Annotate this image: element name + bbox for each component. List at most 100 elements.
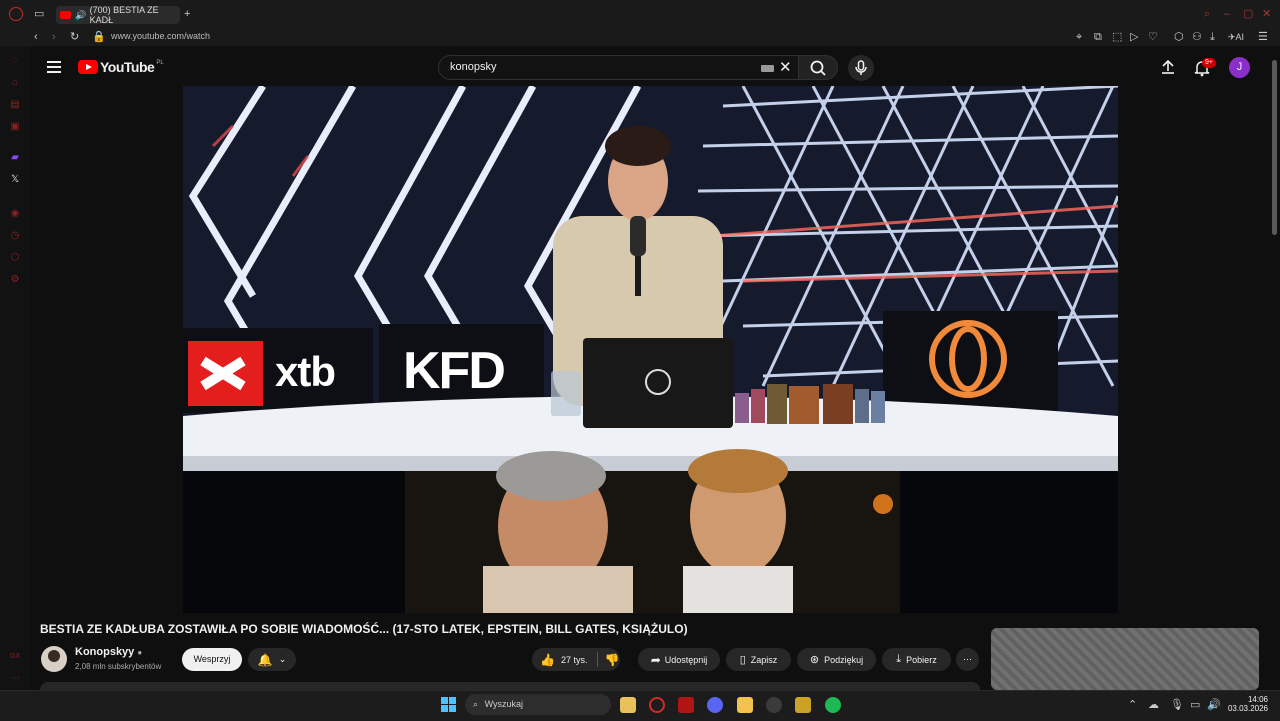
pin-icon[interactable]: ⌖ xyxy=(1076,30,1082,44)
red-app-icon[interactable] xyxy=(678,697,694,713)
like-icon[interactable]: 👍 xyxy=(540,653,555,667)
clock[interactable]: 14:06 03.03.2026 xyxy=(1228,695,1268,713)
browser-sidebar: ◌ ⌂ ▤ ▣ ▰ 𝕏 ◉ ◷ ⬡ ⚙ GX ⋯ xyxy=(0,46,30,690)
address-bar: ‹ › ↻ 🔒 www.youtube.com/watch ⌖ ⧉ ⬚ ▷ ♡ … xyxy=(0,28,1280,46)
forward-icon[interactable]: › xyxy=(52,30,56,44)
player-icon[interactable]: ▷ xyxy=(1130,30,1138,44)
hamburger-menu-icon[interactable] xyxy=(47,61,61,73)
support-button[interactable]: Wesprzyj xyxy=(182,648,242,671)
search-tabs-icon[interactable]: ⌕ xyxy=(1204,7,1210,21)
tray-chevron-up-icon[interactable]: ⌃ xyxy=(1128,698,1137,712)
more-sidebar-icon[interactable]: ⋯ xyxy=(9,673,21,685)
opera-logo-icon[interactable] xyxy=(9,7,23,21)
divider xyxy=(597,652,599,667)
clock-time: 14:06 xyxy=(1247,695,1268,704)
microphone-tray-icon[interactable]: 🎙 xyxy=(1170,698,1184,712)
recommended-video-thumbnail[interactable] xyxy=(991,628,1259,690)
save-button[interactable]: ▯ Zapisz xyxy=(726,648,791,671)
download-button[interactable]: ⤓ Pobierz xyxy=(882,648,951,671)
search-input[interactable]: konopsky ✕ xyxy=(438,55,799,80)
share-button[interactable]: ➦ Udostępnij xyxy=(638,648,720,671)
opera-gx-taskbar-icon[interactable] xyxy=(649,697,665,713)
download-icon[interactable]: ⤓ xyxy=(1210,30,1215,44)
dislike-icon[interactable]: 👎 xyxy=(604,653,619,667)
download-label: Pobierz xyxy=(906,654,937,665)
monitor-icon[interactable]: ▭ xyxy=(1190,698,1200,712)
onedrive-icon[interactable]: ☁ xyxy=(1148,698,1159,712)
new-tab-icon[interactable]: + xyxy=(184,7,190,21)
chevron-down-icon: ⌄ xyxy=(278,654,287,664)
capture-icon[interactable]: ⬚ xyxy=(1112,30,1122,44)
calendar-app-icon[interactable] xyxy=(620,697,636,713)
taskbar-search[interactable]: ⌕ Wyszukaj xyxy=(465,694,611,715)
youtube-logo[interactable]: YouTube PL xyxy=(78,59,164,75)
aria-ai-button[interactable]: ✈AI xyxy=(1228,30,1244,44)
like-count[interactable]: 27 tys. xyxy=(561,655,588,665)
sponsor-xtb-text: xtb xyxy=(275,348,336,395)
search-icon: ⌕ xyxy=(473,699,479,709)
ai-sidebar-icon[interactable]: ◌ xyxy=(9,55,21,67)
more-actions-button[interactable]: ⋯ xyxy=(956,648,979,671)
voice-search-button[interactable] xyxy=(848,55,874,81)
subscription-bell-button[interactable]: 🔔 ⌄ xyxy=(248,648,296,671)
maximize-icon[interactable]: ▢ xyxy=(1243,7,1253,21)
snapshot-icon[interactable]: ⧉ xyxy=(1094,30,1102,44)
video-player[interactable]: xtb KFD xyxy=(183,86,1118,613)
microphone-icon xyxy=(855,60,867,75)
x-twitter-icon[interactable]: 𝕏 xyxy=(9,174,21,186)
menu-icon[interactable]: ☰ xyxy=(1258,30,1268,44)
profile-icon[interactable]: ⚇ xyxy=(1192,30,1202,44)
heart-icon[interactable]: ♡ xyxy=(1148,30,1158,44)
clear-search-icon[interactable]: ✕ xyxy=(779,56,792,79)
youtube-wordmark: YouTube xyxy=(100,59,155,75)
browser-tab-bar: ▭ 🔊 (700) BESTIA ZE KADŁ + ⌕ – ▢ ✕ xyxy=(0,0,1280,28)
thanks-button[interactable]: ⊛ Podziękuj xyxy=(797,648,876,671)
subscriber-count: 2,08 mln subskrybentów xyxy=(75,662,162,671)
channel-name[interactable]: Konopskyy ● xyxy=(75,646,142,658)
player-sidebar-icon[interactable]: ◉ xyxy=(9,208,21,220)
extensions-icon[interactable]: ⬡ xyxy=(1174,30,1184,44)
upload-icon[interactable] xyxy=(1160,59,1176,80)
account-avatar[interactable]: J xyxy=(1229,57,1250,78)
close-window-icon[interactable]: ✕ xyxy=(1262,7,1271,21)
like-dislike-group: 👍 27 tys. 👎 xyxy=(532,648,620,671)
back-icon[interactable]: ‹ xyxy=(34,30,38,44)
app-icon[interactable] xyxy=(795,697,811,713)
taskbar xyxy=(0,690,1280,721)
search-button[interactable] xyxy=(798,55,838,80)
browser-tab[interactable]: 🔊 (700) BESTIA ZE KADŁ xyxy=(56,5,180,25)
extensions-sidebar-icon[interactable]: ⬡ xyxy=(9,252,21,264)
url-text[interactable]: www.youtube.com/watch xyxy=(111,31,210,41)
tab-title: (700) BESTIA ZE KADŁ xyxy=(89,5,159,25)
audio-icon[interactable]: 🔊 xyxy=(75,10,86,21)
history-icon[interactable]: ◷ xyxy=(9,230,21,242)
keyboard-icon[interactable] xyxy=(761,65,774,72)
discord-icon[interactable] xyxy=(707,697,723,713)
youtube-play-icon xyxy=(78,60,98,74)
more-icon: ⋯ xyxy=(963,654,972,664)
twitch-icon[interactable]: ▰ xyxy=(9,152,21,164)
video-title: BESTIA ZE KADŁUBA ZOSTAWIŁA PO SOBIE WIA… xyxy=(40,622,688,636)
volume-icon[interactable]: 🔊 xyxy=(1207,698,1221,712)
shopping-icon[interactable]: ⌂ xyxy=(9,77,21,89)
thanks-icon: ⊛ xyxy=(809,654,820,666)
file-explorer-icon[interactable] xyxy=(737,697,753,713)
windows-start-icon[interactable] xyxy=(441,697,456,712)
tab-overview-icon[interactable]: ▭ xyxy=(34,7,44,21)
channel-name-text: Konopskyy xyxy=(75,646,135,658)
bookmark-icon: ▯ xyxy=(739,654,746,666)
settings-icon[interactable]: ⚙ xyxy=(9,274,21,286)
gx-icon[interactable]: GX xyxy=(9,651,21,663)
download-icon: ⤓ xyxy=(896,653,902,665)
minimize-icon[interactable]: – xyxy=(1224,7,1230,21)
messenger-icon[interactable]: ▤ xyxy=(9,99,21,111)
spotify-icon[interactable] xyxy=(825,697,841,713)
page-scrollbar[interactable] xyxy=(1272,60,1277,235)
description-box[interactable] xyxy=(40,682,980,690)
whatsapp-icon[interactable]: ▣ xyxy=(9,121,21,133)
verified-icon: ● xyxy=(137,648,143,657)
channel-avatar[interactable] xyxy=(41,646,67,672)
steam-icon[interactable] xyxy=(766,697,782,713)
ai-label: AI xyxy=(1235,32,1245,42)
reload-icon[interactable]: ↻ xyxy=(70,30,79,44)
